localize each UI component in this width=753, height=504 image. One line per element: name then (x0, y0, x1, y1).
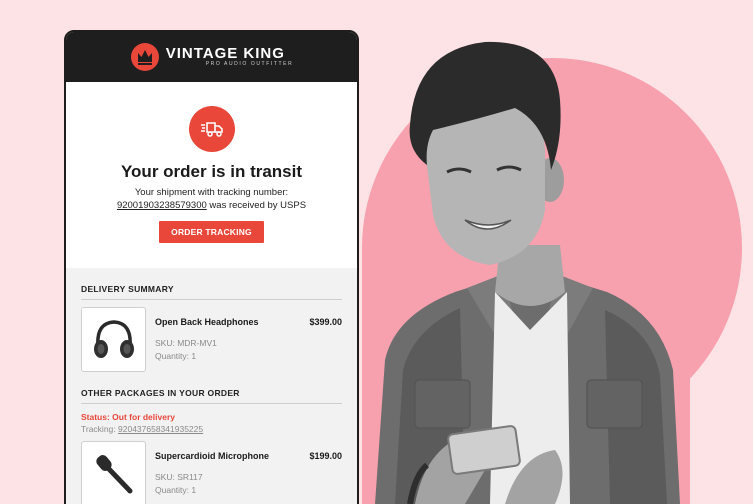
other-packages-title: OTHER PACKAGES IN YOUR ORDER (81, 388, 342, 404)
delivery-summary-title: DELIVERY SUMMARY (81, 284, 342, 300)
headphones-icon (81, 307, 146, 372)
microphone-icon (81, 441, 146, 504)
package-status: Status: Out for delivery (81, 412, 175, 422)
brand-name: VINTAGE KING (165, 45, 285, 62)
hero-title: Your order is in transit (120, 162, 303, 181)
hero-line-1: Your shipment with tracking number: (134, 187, 289, 198)
tracking-number-link[interactable]: 92001903238579300 (117, 200, 207, 211)
item-name: Open Back Headphones (155, 317, 259, 327)
order-item: Open Back Headphones $399.00 SKU: MDR-MV… (81, 307, 342, 372)
transit-hero: Your order is in transit Your shipment w… (66, 82, 357, 268)
item-sku: SKU: MDR-MV1 (155, 338, 217, 348)
order-item: Supercardioid Microphone $199.00 SKU: SR… (81, 441, 342, 504)
brand-tagline: PRO AUDIO OUTFITTER (205, 61, 294, 67)
item-price: $199.00 (309, 451, 342, 461)
item-price: $399.00 (309, 317, 342, 327)
carrier-text: was received by USPS (206, 200, 307, 211)
package-tracking-link[interactable]: 920437658341935225 (118, 424, 203, 434)
item-quantity: Quantity: 1 (155, 485, 197, 495)
item-quantity: Quantity: 1 (155, 351, 197, 361)
truck-icon (188, 106, 235, 152)
hero-message: Your shipment with tracking number: 9200… (66, 186, 357, 212)
tracking-label: Tracking: (81, 424, 119, 434)
order-tracking-button[interactable]: ORDER TRACKING (159, 221, 264, 243)
email-header: VINTAGE KING PRO AUDIO OUTFITTER (66, 32, 357, 82)
package-tracking: Tracking: 920437658341935225 (81, 424, 342, 434)
hero-line-2: 92001903238579300 was received by USPS (66, 199, 357, 212)
crown-logo-icon (130, 43, 159, 71)
order-email-card: VINTAGE KING PRO AUDIO OUTFITTER Your or… (64, 30, 359, 504)
person-photo (375, 41, 680, 504)
item-name: Supercardioid Microphone (155, 451, 270, 461)
delivery-summary: DELIVERY SUMMARY Open Back Headphones $3… (66, 268, 357, 504)
item-sku: SKU: SR117 (155, 472, 203, 482)
